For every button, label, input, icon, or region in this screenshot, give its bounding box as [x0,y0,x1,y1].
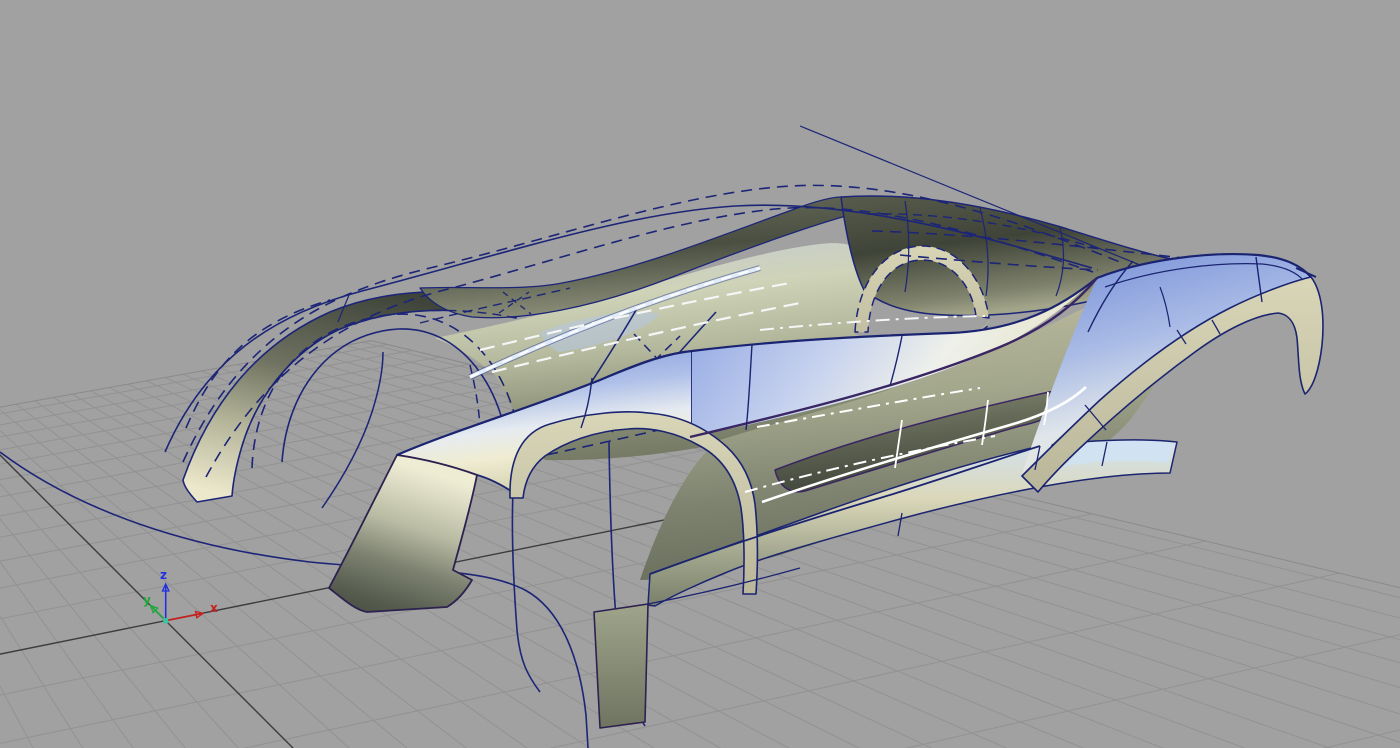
z-axis-label: z [160,568,167,582]
fg-door-front-hanging-panel[interactable] [593,603,649,729]
y-axis-label: y [143,593,151,607]
3d-viewport[interactable]: x yz [0,0,1400,748]
grid-line-u [0,439,164,748]
axis-triad: x yz [143,568,218,624]
bg-vertical-construction-a[interactable] [511,491,541,693]
fg-front-splitter[interactable] [328,454,478,613]
x-axis-label: x [210,601,218,615]
scene-svg[interactable]: x yz [0,0,1400,748]
origin-marker [163,618,169,624]
bg-ground-loop-curve[interactable] [0,451,589,748]
